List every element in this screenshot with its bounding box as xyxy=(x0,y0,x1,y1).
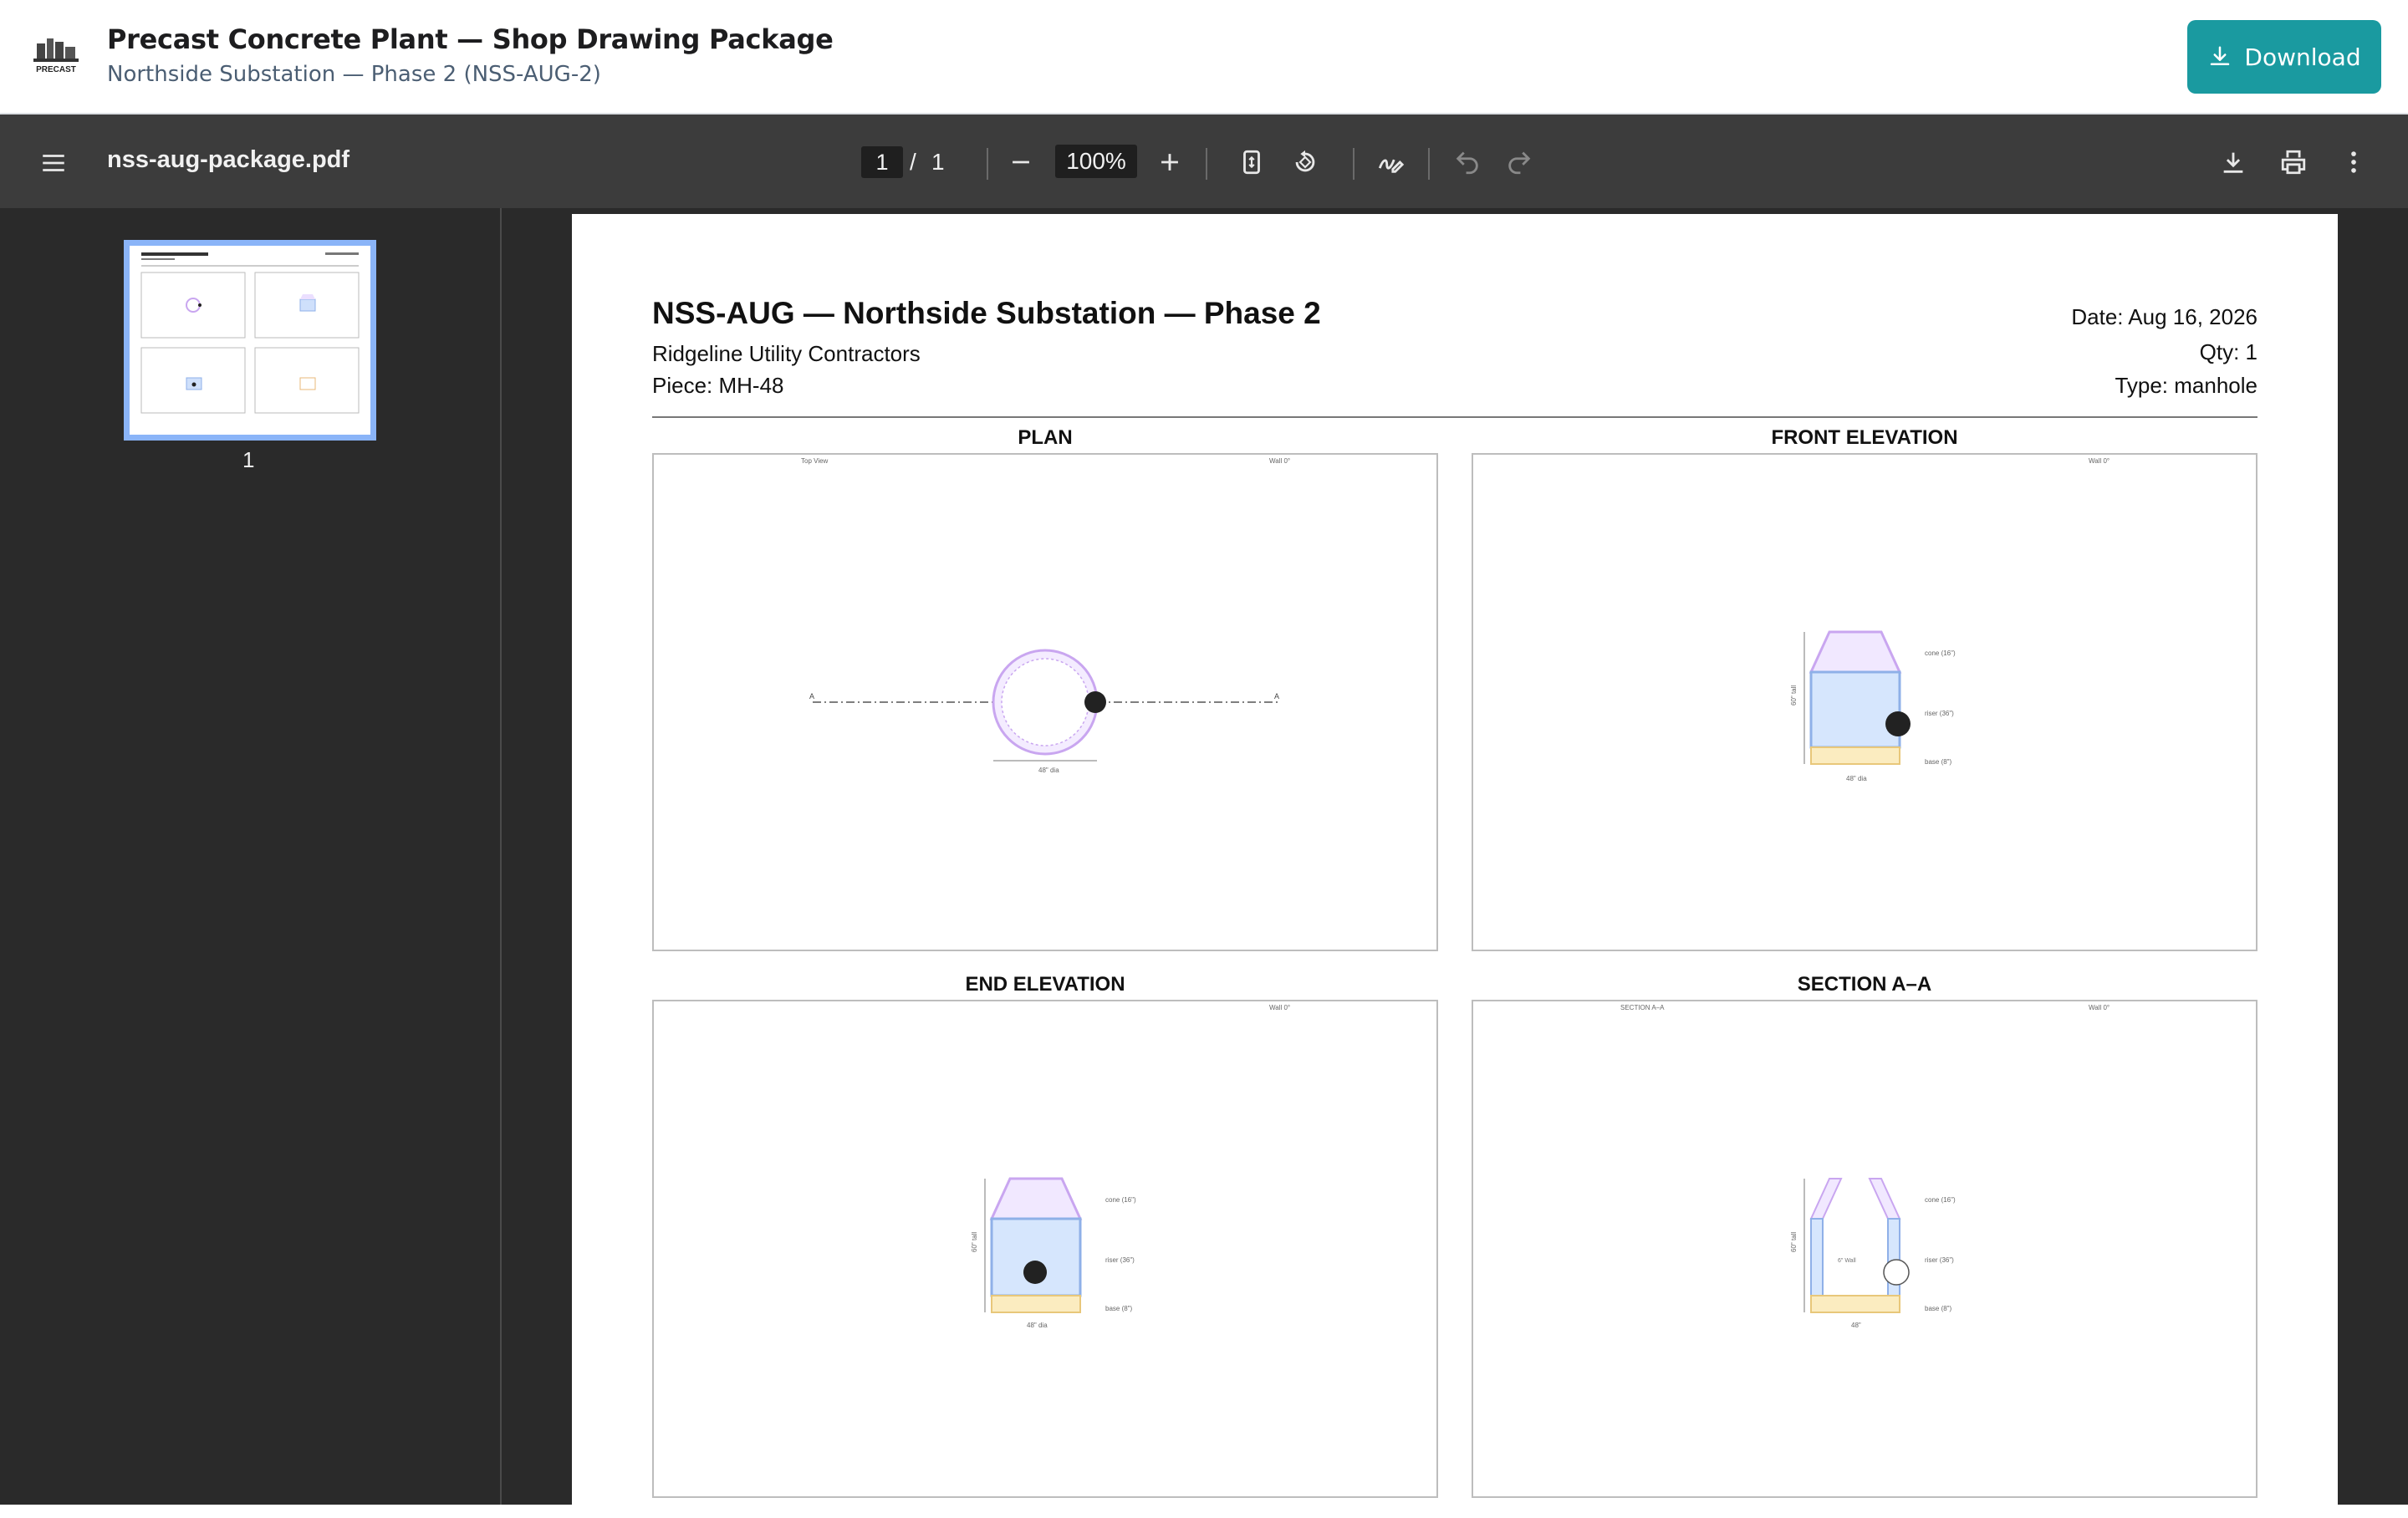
company-logo: PRECAST xyxy=(32,32,80,80)
zoom-in-icon[interactable] xyxy=(1154,146,1186,178)
logo-text: PRECAST xyxy=(36,65,76,74)
view-label-section: SECTION A–A xyxy=(1797,973,1932,996)
redo-icon[interactable] xyxy=(1503,146,1535,178)
download-icon[interactable] xyxy=(2217,146,2249,178)
app-header: PRECAST Precast Concrete Plant — Shop Dr… xyxy=(0,0,2408,115)
menu-icon[interactable] xyxy=(37,146,70,180)
sheet-type: Type: manhole xyxy=(2115,373,2258,398)
app-title: Precast Concrete Plant — Shop Drawing Pa… xyxy=(107,23,834,55)
header-rule xyxy=(652,416,2258,418)
front-dim: 48" dia xyxy=(1846,775,1867,782)
section-dim: 48" xyxy=(1851,1322,1861,1329)
section-base: base (8") xyxy=(1925,1305,1952,1312)
plan-tag-right: Wall 0° xyxy=(1269,457,1290,465)
zoom-level-input[interactable]: 100% xyxy=(1055,145,1137,178)
toolbar-divider xyxy=(1206,148,1207,180)
pdf-page: NSS-AUG — Northside Substation — Phase 2… xyxy=(572,214,2338,1518)
thumbnail-page-label: 1 xyxy=(242,447,255,472)
section-riser: riser (36") xyxy=(1925,1256,1954,1264)
plan-opening xyxy=(1084,691,1106,713)
section-wall: 6" Wall xyxy=(1838,1258,1856,1264)
download-icon xyxy=(2211,46,2230,65)
file-name: nss-aug-package.pdf xyxy=(107,146,350,173)
view-label-end-elevation: END ELEVATION xyxy=(965,973,1125,996)
annotate-icon[interactable] xyxy=(1375,146,1406,178)
front-base: base (8") xyxy=(1925,758,1952,766)
section-cone: cone (16") xyxy=(1925,1196,1956,1204)
view-label-front-elevation: FRONT ELEVATION xyxy=(1771,426,1958,449)
view-front-elevation: Wall 0° 60" tall cone (16") riser (36") … xyxy=(1472,453,2258,951)
end-dim: 48" dia xyxy=(1027,1322,1048,1329)
toolbar-divider xyxy=(1353,148,1354,180)
end-cone: cone (16") xyxy=(1105,1196,1136,1204)
sheet-date: Date: Aug 16, 2026 xyxy=(2071,304,2258,329)
view-label-plan: PLAN xyxy=(1018,426,1073,449)
front-cone: cone (16") xyxy=(1925,649,1956,657)
sheet-title: NSS-AUG — Northside Substation — Phase 2 xyxy=(652,296,1321,330)
section-mark-left: A xyxy=(809,692,814,700)
front-tag-right: Wall 0° xyxy=(2089,457,2110,465)
zoom-out-icon[interactable] xyxy=(1005,146,1037,178)
end-riser: riser (36") xyxy=(1105,1256,1135,1264)
plan-tag-left: Top View xyxy=(801,457,829,465)
front-opening xyxy=(1885,711,1911,736)
front-height: 60" tall xyxy=(1790,685,1798,706)
sheet-qty: Qty: 1 xyxy=(2199,339,2258,364)
toolbar-divider xyxy=(987,148,988,180)
app-subtitle: Northside Substation — Phase 2 (NSS-AUG-… xyxy=(107,62,601,87)
undo-icon[interactable] xyxy=(1451,146,1483,178)
print-icon[interactable] xyxy=(2278,146,2309,178)
plan-dim: 48" dia xyxy=(1038,767,1059,774)
page-total: 1 xyxy=(931,149,945,175)
download-button-label: Download xyxy=(2244,43,2361,71)
rotate-icon[interactable] xyxy=(1289,146,1321,178)
more-icon[interactable] xyxy=(2338,146,2370,178)
fit-page-icon[interactable] xyxy=(1236,146,1268,178)
section-tag-left: SECTION A–A xyxy=(1620,1004,1665,1011)
end-height: 60" tall xyxy=(971,1232,978,1252)
front-riser: riser (36") xyxy=(1925,710,1954,717)
page-separator: / xyxy=(910,149,916,175)
section-height: 60" tall xyxy=(1790,1232,1798,1252)
view-section: SECTION A–A Wall 0° 60" tall 6" Wall con… xyxy=(1472,1000,2258,1498)
sheet-client: Ridgeline Utility Contractors xyxy=(652,341,921,366)
pdf-toolbar: nss-aug-package.pdf 1 / 1 100% xyxy=(0,115,2408,208)
page-thumbnail[interactable] xyxy=(124,240,376,441)
page-number-input[interactable]: 1 xyxy=(861,146,903,178)
section-mark-right: A xyxy=(1274,692,1279,700)
view-plan: Top View Wall 0° A A 48" dia xyxy=(652,453,1438,951)
download-button[interactable]: Download xyxy=(2187,20,2381,94)
end-tag-right: Wall 0° xyxy=(1269,1004,1290,1011)
section-opening xyxy=(1883,1259,1910,1286)
toolbar-divider xyxy=(1428,148,1430,180)
end-opening xyxy=(1023,1261,1047,1284)
thumbnail-sidebar: 1 xyxy=(0,208,502,1505)
section-tag-right: Wall 0° xyxy=(2089,1004,2110,1011)
sheet-piece: Piece: MH-48 xyxy=(652,373,784,398)
view-end-elevation: Wall 0° 60" tall cone (16") riser (36") … xyxy=(652,1000,1438,1498)
end-base: base (8") xyxy=(1105,1305,1133,1312)
